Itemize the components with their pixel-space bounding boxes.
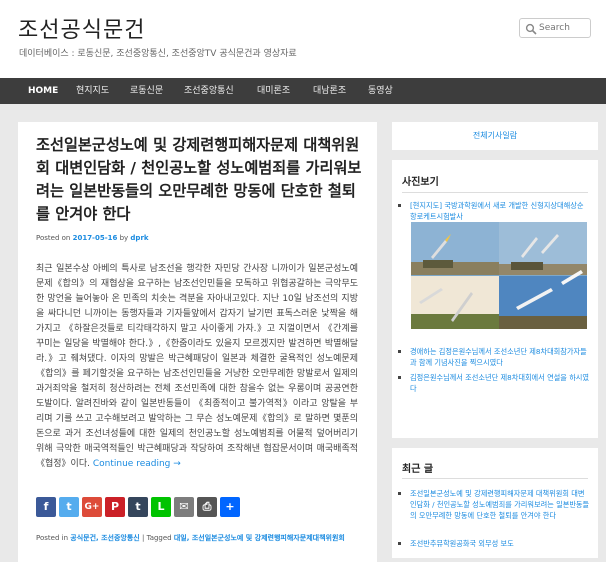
posted-on-label: Posted on <box>36 234 71 242</box>
tag-links[interactable]: 대일, 조선일본군성노예 및 강제련행피해자문제대책위원회 <box>174 534 345 542</box>
recent-post-text: 조선반추뮤학원공화국 외무성 보도 <box>410 539 514 548</box>
tumblr-icon[interactable]: t <box>128 497 148 517</box>
author-link[interactable]: dprk <box>130 234 148 242</box>
nav-item-rodong-sinmun[interactable]: 로동신문 <box>130 78 163 104</box>
bullet-icon <box>398 492 401 495</box>
share-more-icon[interactable]: + <box>220 497 240 517</box>
facebook-glyph: f <box>43 500 49 513</box>
site-description: 데이터베이스 : 로동신문, 조선중앙통신, 조선중앙TV 공식문건과 영상자료 <box>19 49 297 59</box>
article: 조선일본군성노예 및 강제련행피해자문제 대책위원회 대변인담화 / 천인공노할… <box>18 122 377 562</box>
photo-widget-heading: 사진보기 <box>402 177 439 188</box>
tagged-label: Tagged <box>146 534 172 542</box>
recent-posts-heading: 최근 글 <box>402 464 434 475</box>
excerpt-text: 최근 일본수상 아베의 특사로 남조선을 행각한 자민당 간사장 니까이가 일본… <box>36 264 358 469</box>
twitter-glyph: t <box>66 500 72 513</box>
all-articles-link[interactable]: 전체기사일람 <box>392 130 598 141</box>
nav-item-field-guidance[interactable]: 현지지도 <box>76 78 109 104</box>
sidebar-photo-widget: 사진보기 [현지지도] 국방과학원에서 새로 개발한 신형지상대해상순항로케트시… <box>392 160 598 438</box>
continue-reading-link[interactable]: Continue reading → <box>93 459 181 469</box>
google-plus-icon[interactable]: G+ <box>82 497 102 517</box>
recent-post-item[interactable]: 조선반추뮤학원공화국 외무성 보도 <box>398 538 590 549</box>
photo-item-text: 김정은원수님께서 조선소년단 제8차대회에서 연설을 하시였다 <box>410 373 590 393</box>
pinterest-icon[interactable]: P <box>105 497 125 517</box>
bullet-icon <box>398 542 401 545</box>
bullet-icon <box>398 204 401 207</box>
site-header: 조선공식문건 데이터베이스 : 로동신문, 조선중앙통신, 조선중앙TV 공식문… <box>0 0 606 78</box>
site-title[interactable]: 조선공식문건 <box>18 12 145 44</box>
print-glyph: ⎙ <box>202 500 212 513</box>
article-excerpt: 최근 일본수상 아베의 특사로 남조선을 행각한 자민당 간사장 니까이가 일본… <box>36 262 358 472</box>
pinterest-glyph: P <box>110 500 120 513</box>
divider <box>402 192 588 193</box>
search-input[interactable] <box>539 21 587 35</box>
line-icon[interactable]: L <box>151 497 171 517</box>
email-glyph: ✉ <box>179 500 189 513</box>
main-nav: HOME 현지지도 로동신문 조선중앙통신 대미론조 대남론조 동영상 <box>0 78 606 104</box>
sidebar-all-articles: 전체기사일람 <box>392 122 598 150</box>
search-box[interactable] <box>519 18 591 38</box>
photo-item[interactable]: [현지지도] 국방과학원에서 새로 개발한 신형지상대해상순항로케트시험발사 <box>398 200 590 222</box>
divider <box>402 478 588 479</box>
search-icon <box>525 23 537 35</box>
post-categories: Posted in 공식문건, 조선중앙통신 | Tagged 대일, 조선일본… <box>36 532 371 544</box>
post-date-link[interactable]: 2017-05-16 <box>73 234 118 242</box>
nav-item-us-commentary[interactable]: 대미론조 <box>257 78 290 104</box>
by-label: by <box>119 234 129 242</box>
category-links[interactable]: 공식문건, 조선중앙통신 <box>70 534 140 542</box>
email-icon[interactable]: ✉ <box>174 497 194 517</box>
bullet-icon <box>398 376 401 379</box>
photo-item-text: 경애하는 김정은원수님께서 조선소년단 제8차대회참가자들과 함께 기념사진을 … <box>410 347 587 367</box>
twitter-icon[interactable]: t <box>59 497 79 517</box>
nav-item-kcna[interactable]: 조선중앙통신 <box>184 78 234 104</box>
article-title[interactable]: 조선일본군성노예 및 강제련행피해자문제 대책위원회 대변인담화 / 천인공노할… <box>36 134 366 226</box>
posted-in-label: Posted in <box>36 534 69 542</box>
sidebar-recent-posts: 최근 글 조선일본군성노예 및 강제련행피해자문제 대책위원회 대변인담화 / … <box>392 448 598 558</box>
print-icon[interactable]: ⎙ <box>197 497 217 517</box>
nav-item-video[interactable]: 동영상 <box>368 78 393 104</box>
missile-launch-photo[interactable] <box>411 222 587 329</box>
share-more-glyph: + <box>225 500 235 513</box>
recent-post-text: 조선일본군성노예 및 강제련행피해자문제 대책위원회 대변인담화 / 천인공노할… <box>410 489 590 520</box>
line-glyph: L <box>157 500 165 513</box>
photo-item-text: [현지지도] 국방과학원에서 새로 개발한 신형지상대해상순항로케트시험발사 <box>410 201 584 221</box>
google-plus-glyph: G+ <box>84 502 100 512</box>
photo-item[interactable]: 경애하는 김정은원수님께서 조선소년단 제8차대회참가자들과 함께 기념사진을 … <box>398 346 590 368</box>
photo-item[interactable]: 김정은원수님께서 조선소년단 제8차대회에서 연설을 하시였다 <box>398 372 590 394</box>
recent-post-item[interactable]: 조선일본군성노예 및 강제련행피해자문제 대책위원회 대변인담화 / 천인공노할… <box>398 488 590 521</box>
post-meta: Posted on 2017-05-16 by dprk <box>36 234 149 242</box>
bullet-icon <box>398 350 401 353</box>
facebook-icon[interactable]: f <box>36 497 56 517</box>
nav-item-south-commentary[interactable]: 대남론조 <box>313 78 346 104</box>
tumblr-glyph: t <box>135 500 141 513</box>
nav-item-home[interactable]: HOME <box>28 78 58 104</box>
